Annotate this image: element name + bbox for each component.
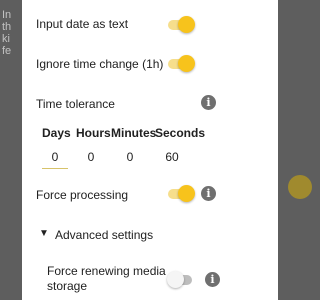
toggle-thumb xyxy=(178,55,195,72)
settings-dialog: Input date as text Ignore time change (1… xyxy=(22,0,278,300)
background-text-4: fe xyxy=(2,45,12,57)
hours-column-header: Hours xyxy=(76,126,111,140)
setting-label: Input date as text xyxy=(36,17,129,31)
seconds-input[interactable]: 60 xyxy=(161,150,183,164)
advanced-settings-label: Advanced settings xyxy=(55,228,154,242)
minutes-input[interactable]: 0 xyxy=(119,150,141,164)
setting-ignore-time-change[interactable]: Ignore time change (1h) xyxy=(22,48,278,88)
background-action-button xyxy=(288,175,312,199)
toggle-thumb xyxy=(178,185,195,202)
setting-input-date-as-text[interactable]: Input date as text xyxy=(22,0,278,48)
advanced-settings-header[interactable]: ▼ Advanced settings xyxy=(22,222,278,248)
input-date-as-text-toggle[interactable] xyxy=(168,16,195,33)
setting-label: Force processing xyxy=(36,188,129,202)
force-renewing-info-icon[interactable]: i xyxy=(205,272,220,287)
days-column-header: Days xyxy=(42,126,71,140)
ignore-time-change-toggle[interactable] xyxy=(168,55,195,72)
hours-input[interactable]: 0 xyxy=(80,150,102,164)
time-tolerance-label: Time tolerance xyxy=(36,97,115,111)
toggle-thumb xyxy=(167,271,184,288)
days-input-underline xyxy=(42,168,68,169)
time-tolerance-info-icon[interactable]: i xyxy=(201,95,216,110)
days-input[interactable]: 0 xyxy=(44,150,66,164)
force-renewing-media-storage-toggle[interactable] xyxy=(167,271,194,288)
force-processing-toggle[interactable] xyxy=(168,185,195,202)
setting-force-processing[interactable]: Force processing i xyxy=(22,180,278,210)
setting-label-line-2: storage xyxy=(47,279,88,293)
setting-time-tolerance: Time tolerance i Days Hours Minutes Seco… xyxy=(22,88,278,180)
setting-label: Ignore time change (1h) xyxy=(36,57,164,71)
toggle-thumb xyxy=(178,16,195,33)
minutes-column-header: Minutes xyxy=(111,126,157,140)
seconds-column-header: Seconds xyxy=(155,126,206,140)
chevron-down-icon: ▼ xyxy=(39,228,49,239)
setting-force-renewing-media-storage[interactable]: Force renewing media storage i xyxy=(22,258,278,300)
setting-label-line-1: Force renewing media xyxy=(47,264,166,278)
force-processing-info-icon[interactable]: i xyxy=(201,186,216,201)
